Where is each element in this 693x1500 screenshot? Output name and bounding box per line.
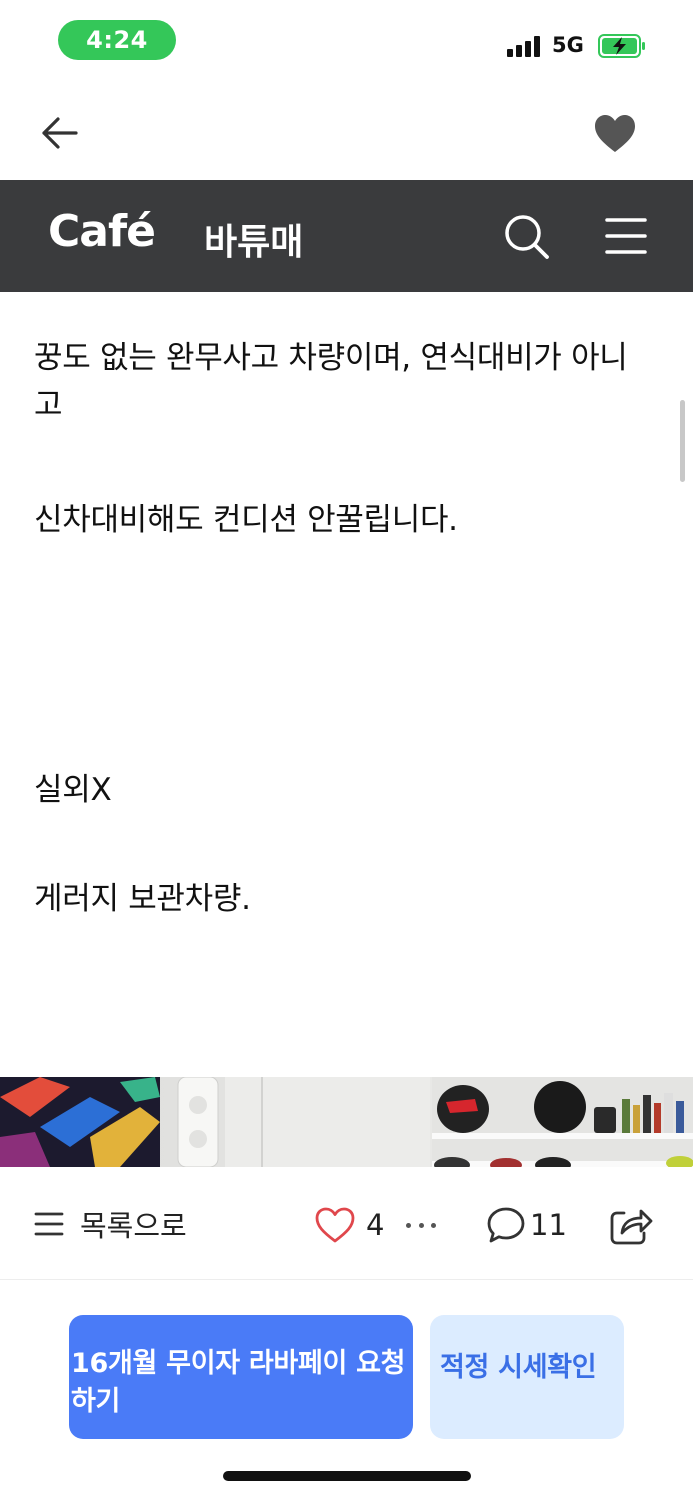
article-photo[interactable] (0, 1077, 693, 1167)
like-button[interactable]: 4 (314, 1205, 384, 1245)
comment-count: 11 (530, 1208, 567, 1242)
heart-outline-icon (315, 1207, 355, 1243)
status-bar: 4:24 5G (0, 0, 693, 84)
lavapay-request-button[interactable]: 16개월 무이자 라바페이 요청하기 (69, 1315, 413, 1439)
scrollbar[interactable] (680, 400, 685, 482)
status-time: 4:24 (58, 20, 176, 60)
heart-filled-icon[interactable] (592, 111, 638, 157)
cta-area: 16개월 무이자 라바페이 요청하기 적정 시세확인 (0, 1280, 693, 1500)
article-paragraph: 게러지 보관차량. (34, 881, 251, 917)
article-body: 꿍도 없는 완무사고 차량이며, 연식대비가 아니고 신차대비해도 컨디션 안꿀… (0, 292, 693, 1078)
like-count: 4 (366, 1208, 385, 1242)
top-nav (0, 84, 693, 180)
search-icon[interactable] (502, 212, 550, 260)
garage-photo-image (0, 1077, 693, 1167)
list-icon (34, 1212, 64, 1236)
home-indicator[interactable] (223, 1471, 471, 1481)
hamburger-menu-icon[interactable] (604, 216, 648, 256)
signal-strength-icon (507, 35, 543, 57)
cafe-header: Café 바튜매 (0, 180, 693, 292)
arrow-left-icon[interactable] (36, 111, 84, 155)
cafe-name[interactable]: 바튜매 (204, 213, 303, 265)
back-to-list-label: 목록으로 (80, 1209, 187, 1243)
article-paragraph: 꿍도 없는 완무사고 차량이며, 연식대비가 아니고 (34, 340, 628, 423)
share-icon[interactable] (608, 1203, 654, 1247)
article-paragraph: 실외X (34, 772, 112, 808)
network-type: 5G (552, 33, 584, 57)
comment-button[interactable]: 11 (486, 1205, 567, 1245)
comment-bubble-icon (487, 1207, 525, 1243)
article-paragraph: 신차대비해도 컨디션 안꿀립니다. (34, 502, 458, 538)
battery-charging-icon (598, 34, 645, 58)
more-options-icon[interactable] (406, 1219, 436, 1231)
price-check-button[interactable]: 적정 시세확인 (430, 1315, 624, 1439)
back-to-list-button[interactable]: 목록으로 (34, 1207, 187, 1243)
cafe-logo[interactable]: Café (48, 206, 156, 257)
post-action-bar: 목록으로 4 11 (0, 1167, 693, 1280)
